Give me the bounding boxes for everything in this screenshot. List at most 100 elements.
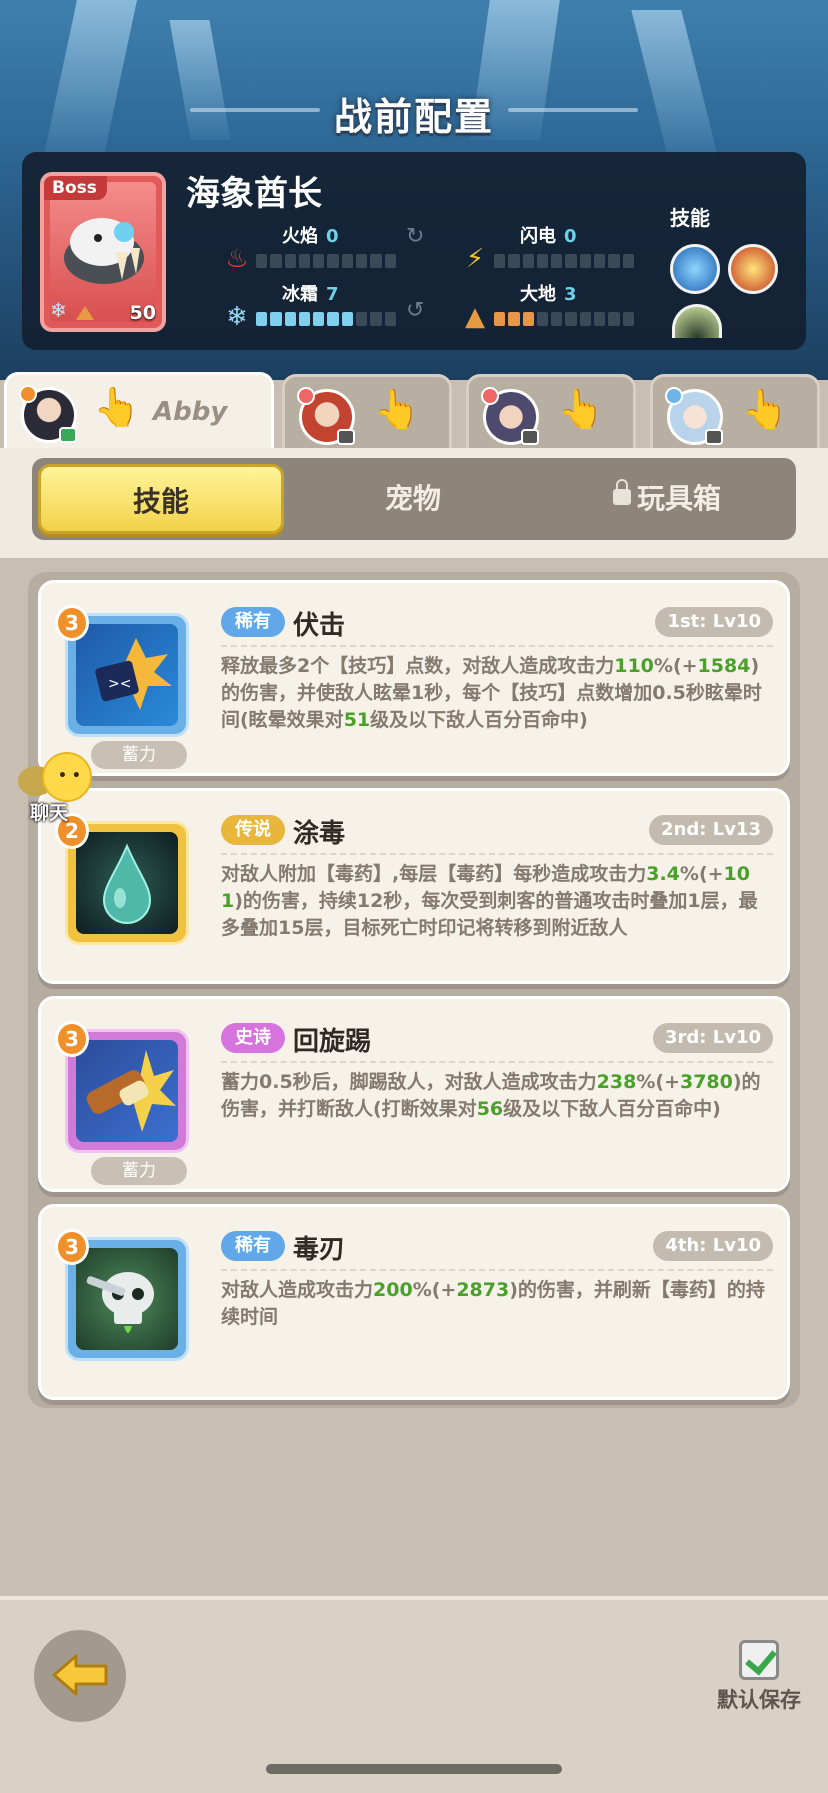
tab-toybox[interactable]: 玩具箱 — [542, 464, 792, 534]
tier-badge: 3 — [55, 1229, 89, 1265]
stat-pip — [579, 254, 592, 268]
stat-pip — [536, 254, 549, 268]
charge-badge: 蓄力 — [91, 1157, 187, 1185]
swap-arrow-icon: ↺ — [406, 298, 425, 323]
hero-tab-3[interactable]: 👆 — [466, 374, 636, 450]
skill-slot-level: 1st: Lv10 — [655, 607, 773, 637]
boss-skill-frost-icon[interactable] — [670, 244, 720, 294]
desc-text: 释放最多2个【技巧】点数，对敌人造成攻击力 — [221, 655, 615, 677]
stat-frost-label: 冰霜 7 — [282, 280, 339, 306]
hero-tab-2[interactable]: 👆 — [282, 374, 452, 450]
stat-pip — [298, 254, 311, 268]
tier-badge: 3 — [55, 605, 89, 641]
boss-skills-label: 技能 — [670, 206, 710, 230]
desc-text: 对敌人附加【毒药】,每层【毒药】每秒造成攻击力 — [221, 863, 647, 885]
tap-hand-icon: 👆 — [373, 387, 421, 431]
lock-icon — [612, 479, 631, 505]
desc-text: %(+ — [679, 863, 724, 885]
poison-drop-icon — [76, 832, 178, 934]
skill-description: 对敌人造成攻击力200%(+2873)的伤害，并刷新【毒药】的持续时间 — [221, 1277, 771, 1331]
stat-pip — [608, 312, 620, 326]
hero-tab-abby[interactable]: 👆 Abby — [4, 372, 274, 454]
stat-pip — [284, 254, 296, 268]
skill-slot-level: 4th: Lv10 — [653, 1231, 773, 1261]
stat-pip — [356, 254, 368, 268]
desc-value: 2873 — [456, 1279, 510, 1301]
stat-earth: 大地 3 ▲ — [460, 280, 660, 334]
chat-button[interactable]: • • 聊天 — [18, 752, 102, 824]
stat-pip — [494, 312, 506, 326]
charge-badge: 蓄力 — [91, 741, 187, 769]
stat-pip — [370, 254, 382, 268]
tab-skills[interactable]: 技能 — [38, 464, 284, 534]
section-tabs-bar: 技能 宠物 玩具箱 — [32, 458, 796, 540]
stat-pip — [536, 312, 549, 326]
skill-list: >< 3 蓄力 稀有 伏击 1st: Lv10 释放最多2个【技巧】点数，对敌人… — [28, 572, 800, 1408]
desc-value: 3780 — [679, 1071, 733, 1093]
stat-fire-name: 火焰 — [282, 226, 318, 247]
stat-pip — [313, 254, 325, 268]
stat-fire: 火焰 0 ♨ — [222, 222, 422, 276]
desc-value: 3.4 — [646, 863, 680, 885]
hero-tab-4[interactable]: 👆 — [650, 374, 820, 450]
class-badge-icon — [19, 385, 37, 403]
tap-hand-icon: 👆 — [557, 387, 605, 431]
tab-pets[interactable]: 宠物 — [288, 464, 538, 534]
home-indicator[interactable] — [266, 1764, 562, 1774]
back-button[interactable] — [34, 1630, 126, 1722]
stat-pip — [508, 312, 520, 326]
stat-pip — [313, 312, 325, 326]
desc-text: 级及以下敌人百分百命中) — [370, 709, 588, 731]
device-icon — [705, 429, 723, 445]
rarity-badge: 传说 — [221, 815, 285, 845]
boss-skill-flame-icon[interactable] — [728, 244, 778, 294]
class-badge-icon — [297, 387, 315, 405]
snowflake-icon: ❄ — [50, 298, 67, 322]
skill-slot-level: 3rd: Lv10 — [652, 1023, 773, 1053]
stat-lightning-name: 闪电 — [520, 226, 556, 247]
desc-text: 对敌人造成攻击力 — [221, 1279, 374, 1301]
boss-portrait-card[interactable]: Boss ❄ 50 — [40, 172, 166, 332]
bottom-bar: 默认保存 — [0, 1596, 828, 1793]
rarity-badge: 稀有 — [221, 1231, 285, 1261]
hero-name: Abby — [153, 397, 228, 427]
stat-lightning-bar — [494, 254, 634, 268]
stat-pip — [522, 312, 534, 326]
skill-card[interactable]: >< 3 蓄力 稀有 伏击 1st: Lv10 释放最多2个【技巧】点数，对敌人… — [38, 580, 790, 776]
chat-face-eyes: • • — [58, 768, 81, 784]
skill-description: 对敌人附加【毒药】,每层【毒药】每秒造成攻击力3.4%(+101)的伤害，持续1… — [221, 861, 771, 942]
checkbox-checked-icon[interactable] — [739, 1640, 779, 1680]
skill-name: 伏击 — [293, 611, 346, 641]
stat-pip — [494, 254, 506, 268]
stat-pip — [579, 312, 592, 326]
fire-icon: ♨ — [225, 244, 249, 274]
skill-card[interactable]: 2 传说 涂毒 2nd: Lv13 对敌人附加【毒药】,每层【毒药】每秒造成攻击… — [38, 788, 790, 984]
ambush-icon: >< — [76, 624, 178, 726]
spin-kick-icon — [76, 1040, 178, 1142]
desc-value: 56 — [476, 1098, 504, 1120]
divider — [221, 645, 773, 647]
stat-pip — [270, 254, 282, 268]
skill-name: 涂毒 — [293, 819, 346, 849]
boss-skill-third-icon[interactable] — [672, 304, 722, 338]
stat-pip — [622, 254, 634, 268]
skill-name: 回旋踢 — [293, 1027, 372, 1057]
default-save-toggle[interactable]: 默认保存 — [714, 1640, 804, 1714]
boss-banner: 战前配置 Boss ❄ 50 海象酋长 火焰 0 ♨ 冰霜 7 ❄ ↻ ↺ 闪电… — [0, 0, 828, 380]
class-badge-icon — [665, 387, 683, 405]
stat-earth-value: 3 — [564, 284, 577, 305]
skill-card[interactable]: 3 蓄力 史诗 回旋踢 3rd: Lv10 蓄力0.5秒后，脚踢敌人，对敌人造成… — [38, 996, 790, 1192]
stat-pip — [508, 254, 520, 268]
desc-value: 238 — [596, 1071, 637, 1093]
skill-description: 释放最多2个【技巧】点数，对敌人造成攻击力110%(+1584)的伤害，并使敌人… — [221, 653, 771, 734]
skill-card[interactable]: 3 稀有 毒刃 4th: Lv10 对敌人造成攻击力200%(+2873)的伤害… — [38, 1204, 790, 1400]
device-icon — [521, 429, 539, 445]
stat-fire-label: 火焰 0 — [282, 222, 339, 248]
skill-slot-level: 2nd: Lv13 — [649, 815, 773, 845]
stat-pip — [551, 312, 563, 326]
stat-pip — [341, 254, 354, 268]
snowflake-icon: ❄ — [226, 302, 248, 332]
desc-text: %(+ — [412, 1279, 457, 1301]
stat-pip — [341, 312, 354, 326]
stat-pip — [384, 254, 396, 268]
